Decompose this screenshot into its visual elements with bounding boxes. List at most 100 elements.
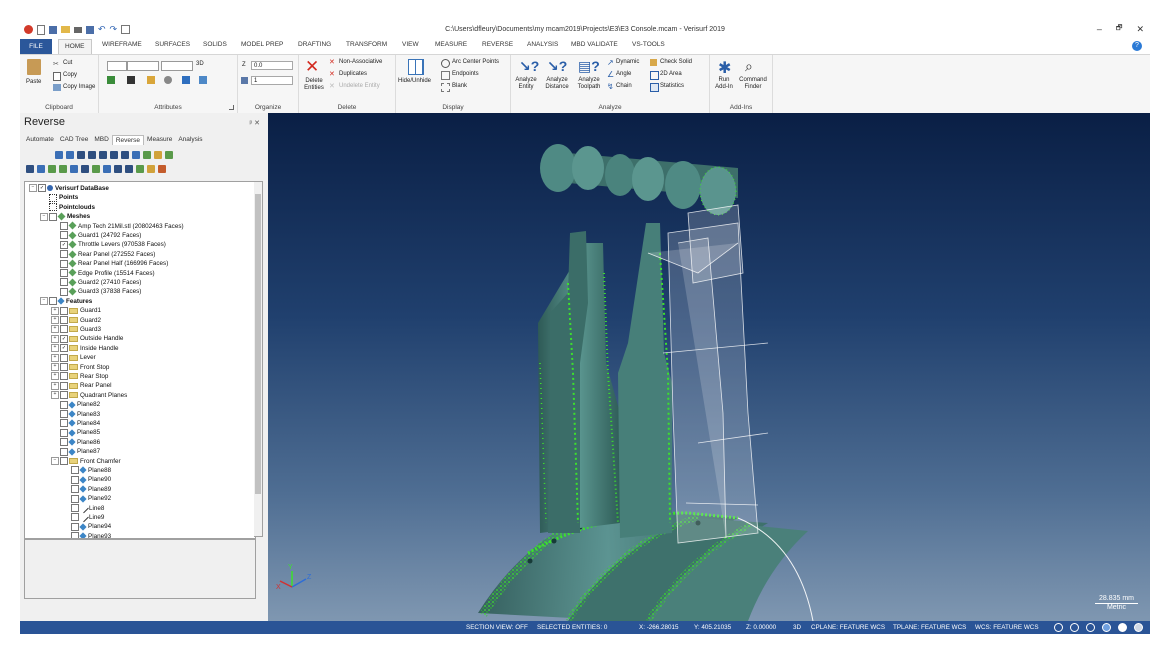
tree-item[interactable]: − Features xyxy=(40,297,92,306)
expand-toggle-icon[interactable]: + xyxy=(51,391,59,400)
expand-toggle-icon[interactable]: + xyxy=(51,353,59,362)
tab-home[interactable]: HOME xyxy=(58,39,92,54)
panel-pin-close-icon[interactable]: ᵖ ✕ xyxy=(250,119,260,127)
tree-item[interactable]: + ✓ Outside Handle xyxy=(51,334,123,343)
tree-item[interactable]: Edge Profile (15514 Faces) xyxy=(51,268,155,278)
tree-item[interactable]: + Guard2 xyxy=(51,315,101,325)
analyze-distance-icon[interactable]: ↘? xyxy=(547,58,567,75)
tab-drafting[interactable]: DRAFTING xyxy=(298,41,331,48)
expand-toggle-icon[interactable]: − xyxy=(51,456,59,465)
visibility-checkbox[interactable] xyxy=(60,287,68,296)
tree-item[interactable]: Rear Panel (272552 Faces) xyxy=(51,250,155,259)
visibility-checkbox[interactable] xyxy=(60,419,68,428)
delete-entities-button[interactable]: Delete Entities xyxy=(302,78,326,92)
tree-item[interactable]: + Guard3 xyxy=(51,325,101,334)
visibility-checkbox[interactable] xyxy=(71,466,79,475)
analyze-entity-icon[interactable]: ↘? xyxy=(519,58,539,75)
reverse-tool-icon[interactable] xyxy=(48,165,56,173)
wireframe-mode-icon[interactable] xyxy=(1118,623,1127,632)
reverse-tool-icon[interactable] xyxy=(77,151,85,159)
panel-tab-cad-tree[interactable]: CAD Tree xyxy=(57,135,92,145)
cplane-status[interactable]: CPLANE: FEATURE WCS xyxy=(811,621,885,634)
hide-unhide-button[interactable]: Hide/Unhide xyxy=(398,78,431,84)
visibility-checkbox[interactable]: ✓ xyxy=(60,240,68,249)
point-style-dropdown[interactable] xyxy=(107,61,127,71)
tab-surfaces[interactable]: SURFACES xyxy=(155,41,190,48)
reverse-tool-icon[interactable] xyxy=(114,165,122,173)
visibility-checkbox[interactable] xyxy=(60,428,68,437)
undelete-entity-button[interactable]: Undelete Entity xyxy=(339,83,380,89)
visibility-checkbox[interactable] xyxy=(60,325,68,334)
run-add-in-icon[interactable]: ✱ xyxy=(718,58,731,78)
graphics-viewport[interactable]: X Y Z 28.835 mm Metric xyxy=(268,113,1150,621)
globe-view-icon[interactable] xyxy=(1054,623,1063,632)
tree-item[interactable]: Plane93 xyxy=(62,532,111,538)
visibility-checkbox[interactable] xyxy=(60,268,68,277)
dynamic-icon[interactable]: ↗ xyxy=(607,58,614,67)
tab-reverse[interactable]: REVERSE xyxy=(482,41,513,48)
tree-item[interactable]: − ✓ Verisurf DataBase xyxy=(29,184,109,193)
visibility-checkbox[interactable] xyxy=(71,532,79,538)
tree-item[interactable]: − Front Chamfer xyxy=(51,456,121,466)
surface-color-icon[interactable] xyxy=(147,76,155,84)
tree-item[interactable]: Plane87 xyxy=(51,447,100,456)
command-finder-icon[interactable]: ⌕ xyxy=(745,58,753,75)
angle-icon[interactable]: ∠ xyxy=(607,70,614,79)
visibility-checkbox[interactable] xyxy=(60,221,68,230)
level-field[interactable]: 1 xyxy=(251,76,293,85)
tree-item[interactable]: Points xyxy=(40,193,78,202)
expand-toggle-icon[interactable]: + xyxy=(51,372,59,381)
tree-item[interactable]: Plane90 xyxy=(62,475,111,484)
endpoints-icon[interactable] xyxy=(441,71,450,80)
expand-toggle-icon[interactable]: + xyxy=(51,344,59,353)
expand-toggle-icon[interactable]: − xyxy=(40,297,48,306)
tree-item[interactable]: − Meshes xyxy=(40,212,90,221)
tab-mbd-validate[interactable]: MBD VALIDATE xyxy=(571,41,618,48)
visibility-checkbox[interactable] xyxy=(60,250,68,259)
statistics-button[interactable]: Statistics xyxy=(660,83,684,89)
visibility-checkbox[interactable] xyxy=(60,456,68,465)
point-color-icon[interactable] xyxy=(107,76,115,84)
hide-unhide-icon[interactable] xyxy=(408,59,424,75)
wcs-status[interactable]: WCS: FEATURE WCS xyxy=(975,621,1039,634)
analyze-toolpath-icon[interactable]: ▤? xyxy=(578,58,600,75)
set-all-icon[interactable] xyxy=(199,76,207,84)
analyze-entity-button[interactable]: Analyze Entity xyxy=(513,77,539,91)
2d-area-button[interactable]: 2D Area xyxy=(660,71,682,77)
visibility-checkbox[interactable] xyxy=(60,231,68,240)
render-mode-icon[interactable] xyxy=(1134,623,1143,632)
tree-item[interactable]: Guard3 (37838 Faces) xyxy=(51,287,141,296)
tree-scrollbar-thumb[interactable] xyxy=(255,194,261,494)
selected-entities-status[interactable]: SELECTED ENTITIES: 0 xyxy=(537,621,607,634)
line-color-icon[interactable] xyxy=(127,76,135,84)
reverse-tool-icon[interactable] xyxy=(147,165,155,173)
reverse-tool-icon[interactable] xyxy=(99,151,107,159)
globe-iso-icon[interactable] xyxy=(1070,623,1079,632)
tab-analysis[interactable]: ANALYSIS xyxy=(527,41,558,48)
tab-model-prep[interactable]: MODEL PREP xyxy=(241,41,283,48)
model-view[interactable]: X Y Z xyxy=(268,113,1150,621)
tree-item[interactable]: + Lever xyxy=(51,353,96,362)
2d-area-icon[interactable] xyxy=(650,71,659,80)
tree-item[interactable]: + Rear Stop xyxy=(51,372,108,381)
visibility-checkbox[interactable] xyxy=(60,278,68,287)
reverse-tool-icon[interactable] xyxy=(110,151,118,159)
check-solid-button[interactable]: Check Solid xyxy=(660,59,692,65)
cut-icon[interactable]: ✂ xyxy=(53,60,59,68)
reverse-tool-icon[interactable] xyxy=(59,165,67,173)
paste-button[interactable]: Paste xyxy=(26,79,41,85)
tree-item[interactable]: Amp Tech 21Mil.stl (20802463 Faces) xyxy=(51,221,184,231)
visibility-checkbox[interactable] xyxy=(60,438,68,447)
visibility-checkbox[interactable] xyxy=(71,475,79,484)
help-icon[interactable]: ? xyxy=(1132,41,1142,51)
expand-toggle-icon[interactable]: + xyxy=(51,325,59,334)
angle-button[interactable]: Angle xyxy=(616,71,631,77)
visibility-checkbox[interactable] xyxy=(60,372,68,381)
copy-image-button[interactable]: Copy Image xyxy=(63,84,95,90)
command-finder-button[interactable]: Command Finder xyxy=(736,77,770,91)
cut-button[interactable]: Cut xyxy=(63,60,72,66)
reverse-tool-icon[interactable] xyxy=(136,165,144,173)
visibility-checkbox[interactable] xyxy=(60,362,68,371)
expand-toggle-icon[interactable]: + xyxy=(51,381,59,390)
tree-item[interactable]: Guard2 (27410 Faces) xyxy=(51,278,141,287)
